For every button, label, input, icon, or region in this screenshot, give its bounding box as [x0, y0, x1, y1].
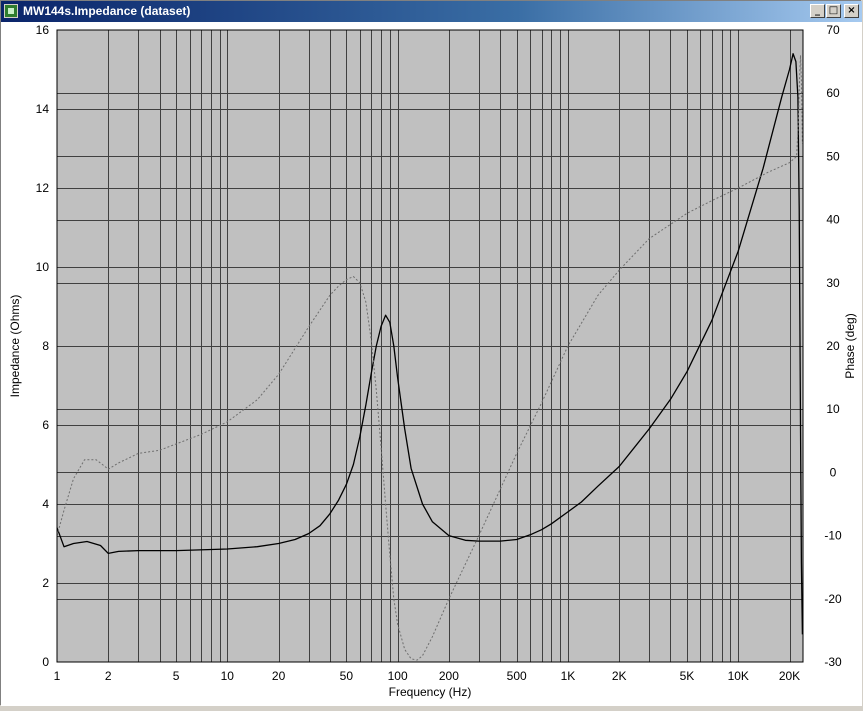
x-tick-label: 20	[272, 669, 286, 683]
x-tick-label: 200	[439, 669, 459, 683]
x-tick-label: 5K	[680, 669, 695, 683]
app-window: MW144s.Impedance (dataset) _ □ × 1 2 5 10 20…	[0, 0, 862, 706]
y-axis-label: Impedance (Ohms)	[8, 295, 22, 398]
close-button[interactable]: ×	[844, 4, 859, 18]
x-tick-label: 2	[105, 669, 112, 683]
y2-tick-label: 50	[826, 149, 840, 163]
x-tick-label: 2K	[612, 669, 627, 683]
y2-axis-label: Phase (deg)	[843, 313, 857, 378]
impedance-chart[interactable]: 1 2 5 10 20 50 100 200 500 1K 2K 5K 10K 20K0246810121…	[1, 22, 862, 706]
y-tick-label: 10	[36, 260, 50, 274]
x-tick-label: 50	[340, 669, 354, 683]
app-icon[interactable]	[4, 4, 18, 18]
y-tick-label: 0	[42, 655, 49, 669]
y2-tick-label: 60	[826, 86, 840, 100]
x-axis-label: Frequency (Hz)	[389, 685, 472, 699]
x-tick-label: 500	[507, 669, 527, 683]
x-tick-label: 100	[388, 669, 408, 683]
y2-tick-label: 0	[830, 465, 837, 479]
y-tick-label: 12	[36, 181, 50, 195]
window-title: MW144s.Impedance (dataset)	[23, 4, 191, 18]
y2-tick-label: -20	[824, 592, 842, 606]
x-tick-label: 5	[173, 669, 180, 683]
y-tick-label: 8	[42, 339, 49, 353]
x-tick-label: 10	[221, 669, 235, 683]
y-tick-label: 14	[36, 102, 50, 116]
chart-area: 1 2 5 10 20 50 100 200 500 1K 2K 5K 10K 20K 0 2 4 6 8 10 12 1…	[1, 22, 862, 706]
y2-tick-label: -10	[824, 529, 842, 543]
y2-tick-label: 70	[826, 23, 840, 37]
y2-tick-label: 40	[826, 213, 840, 227]
y-tick-label: 4	[42, 497, 49, 511]
x-tick-label: 1	[54, 669, 61, 683]
y2-tick-label: -30	[824, 655, 842, 669]
y2-tick-label: 30	[826, 276, 840, 290]
x-tick-label: 1K	[561, 669, 576, 683]
minimize-button[interactable]: _	[810, 4, 825, 18]
y-tick-label: 2	[42, 576, 49, 590]
y2-tick-label: 20	[826, 339, 840, 353]
maximize-button[interactable]: □	[826, 4, 841, 18]
y-tick-label: 6	[42, 418, 49, 432]
title-bar[interactable]: MW144s.Impedance (dataset) _ □ ×	[1, 1, 862, 22]
x-tick-label: 10K	[728, 669, 749, 683]
y2-tick-label: 10	[826, 402, 840, 416]
y-tick-label: 16	[36, 23, 50, 37]
x-tick-label: 20K	[779, 669, 800, 683]
